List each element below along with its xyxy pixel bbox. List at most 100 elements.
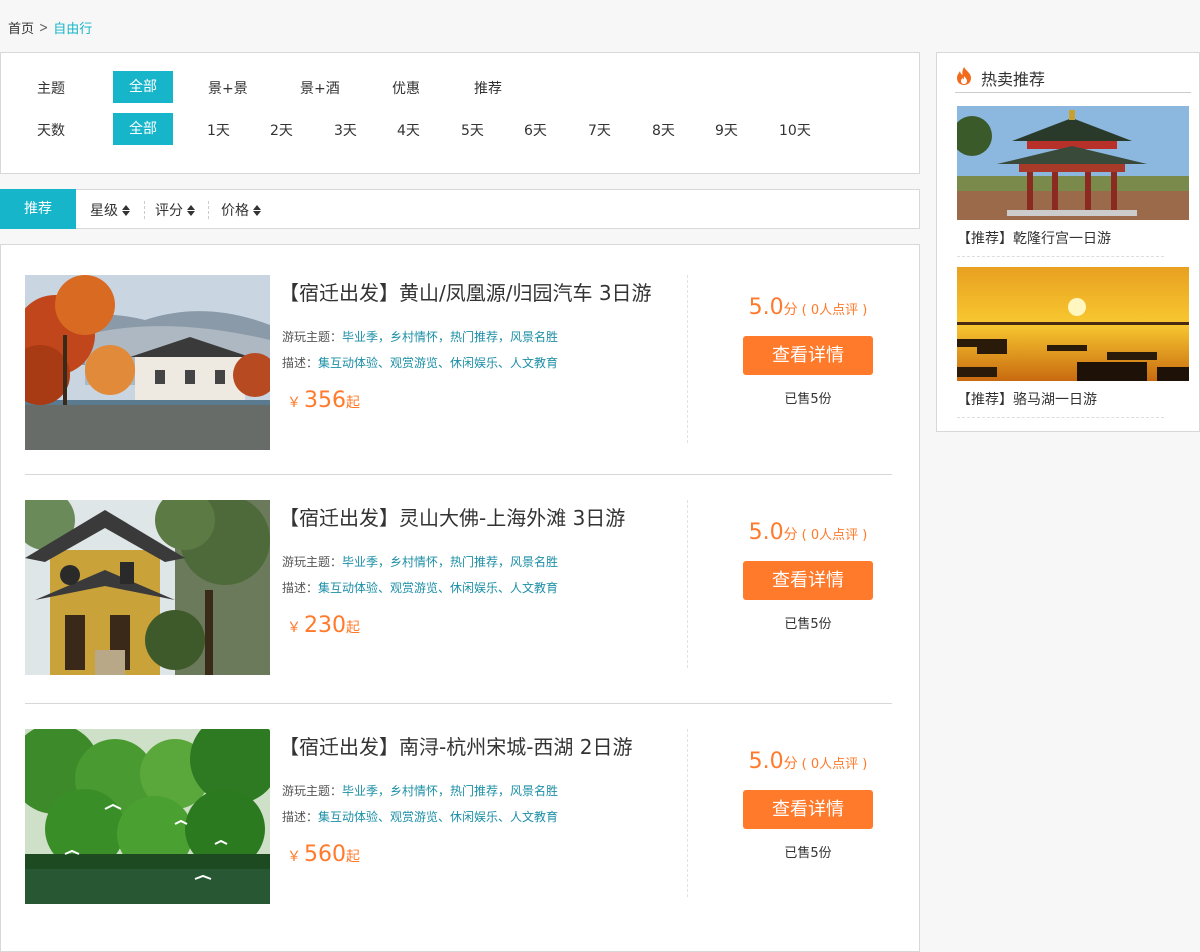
- score-unit: 分: [783, 756, 798, 772]
- breadcrumb-current[interactable]: 自由行: [53, 18, 92, 37]
- days-option-all[interactable]: 全部: [113, 113, 173, 145]
- review-count[interactable]: ( 0人点评 ): [802, 528, 868, 543]
- score-value: 5.0: [748, 295, 784, 320]
- tour-desc-label: 描述：: [282, 810, 319, 824]
- tour-title[interactable]: 【宿迁出发】南浔-杭州宋城-西湖 2日游: [279, 731, 633, 760]
- tour-score: 5.0分 ( 0人点评 ): [743, 520, 873, 545]
- days-option-2[interactable]: 2天: [270, 120, 293, 140]
- tour-price: ￥ 560起: [287, 842, 360, 867]
- tour-title[interactable]: 【宿迁出发】灵山大佛-上海外滩 3日游: [279, 502, 625, 531]
- days-option-3[interactable]: 3天: [334, 120, 357, 140]
- review-count[interactable]: ( 0人点评 ): [802, 757, 868, 772]
- sort-price-label: 价格: [221, 203, 249, 219]
- tour-desc-value: 集互动体验、观赏游览、休闲娱乐、人文教育: [318, 356, 559, 370]
- theme-option-scenic-hotel[interactable]: 景+酒: [300, 78, 340, 98]
- theme-option-all[interactable]: 全部: [113, 71, 173, 103]
- divider: [208, 201, 209, 219]
- score-unit: 分: [783, 302, 798, 318]
- days-filter-row: 天数 全部 1天 2天 3天 4天 5天 6天 7天 8天 9天 10天: [1, 113, 919, 145]
- tour-image-lingshan[interactable]: [25, 500, 270, 675]
- recommend-item[interactable]: 【推荐】骆马湖一日游: [957, 267, 1189, 418]
- theme-option-discount[interactable]: 优惠: [392, 78, 420, 98]
- recommend-caption[interactable]: 【推荐】乾隆行宫一日游: [957, 228, 1164, 257]
- view-details-button[interactable]: 查看详情: [743, 561, 873, 600]
- recommend-item[interactable]: 【推荐】乾隆行宫一日游: [957, 106, 1189, 257]
- sort-arrows-icon: [187, 204, 195, 216]
- tour-desc-value: 集互动体验、观赏游览、休闲娱乐、人文教育: [318, 581, 559, 595]
- tour-theme: 游玩主题：毕业季，乡村情怀，热门推荐，风景名胜: [282, 328, 558, 345]
- tour-list: 【宿迁出发】黄山/凤凰源/归园汽车 3日游 游玩主题：毕业季，乡村情怀，热门推荐…: [0, 244, 920, 952]
- tour-image-huangshan[interactable]: [25, 275, 270, 450]
- recommend-image-qianlong-palace[interactable]: [957, 106, 1189, 220]
- price-value: 560: [304, 842, 346, 867]
- tour-desc-label: 描述：: [282, 581, 319, 595]
- price-value: 356: [304, 388, 346, 413]
- tour-theme: 游玩主题：毕业季，乡村情怀，热门推荐，风景名胜: [282, 782, 558, 799]
- sold-count: 已售5份: [784, 846, 832, 861]
- days-option-6[interactable]: 6天: [524, 120, 547, 140]
- divider: [25, 703, 892, 704]
- divider: [687, 500, 688, 668]
- sort-price[interactable]: 价格: [221, 200, 261, 220]
- view-details-button[interactable]: 查看详情: [743, 790, 873, 829]
- recommend-image-luoma-lake[interactable]: [957, 267, 1189, 381]
- tour-theme-value: 毕业季，乡村情怀，热门推荐，风景名胜: [342, 330, 559, 344]
- currency-symbol: ￥: [287, 395, 301, 411]
- sort-bar: 推荐 星级 评分 价格: [0, 189, 920, 229]
- tour-description: 描述：集互动体验、观赏游览、休闲娱乐、人文教育: [282, 808, 558, 825]
- price-suffix: 起: [346, 620, 360, 636]
- score-value: 5.0: [748, 749, 784, 774]
- divider: [687, 729, 688, 897]
- sort-arrows-icon: [122, 204, 130, 216]
- sort-rating[interactable]: 评分: [155, 200, 195, 220]
- tour-description: 描述：集互动体验、观赏游览、休闲娱乐、人文教育: [282, 579, 558, 596]
- breadcrumb: 首页 > 自由行: [8, 18, 92, 37]
- sold-count: 已售5份: [784, 392, 832, 407]
- tour-theme-value: 毕业季，乡村情怀，热门推荐，风景名胜: [342, 555, 559, 569]
- tour-desc-label: 描述：: [282, 356, 319, 370]
- days-option-1[interactable]: 1天: [207, 120, 230, 140]
- breadcrumb-home[interactable]: 首页: [8, 18, 34, 37]
- days-option-8[interactable]: 8天: [652, 120, 675, 140]
- tour-price: ￥ 230起: [287, 613, 360, 638]
- tour-theme-value: 毕业季，乡村情怀，热门推荐，风景名胜: [342, 784, 559, 798]
- tour-score: 5.0分 ( 0人点评 ): [743, 295, 873, 320]
- tour-score: 5.0分 ( 0人点评 ): [743, 749, 873, 774]
- days-option-7[interactable]: 7天: [588, 120, 611, 140]
- sort-recommend-tab[interactable]: 推荐: [0, 189, 76, 229]
- view-details-button[interactable]: 查看详情: [743, 336, 873, 375]
- sort-star-level-label: 星级: [90, 203, 118, 219]
- theme-filter-label: 主题: [37, 81, 65, 97]
- tour-item: 【宿迁出发】灵山大佛-上海外滩 3日游 游玩主题：毕业季，乡村情怀，热门推荐，风…: [25, 500, 892, 675]
- days-option-9[interactable]: 9天: [715, 120, 738, 140]
- sort-arrows-icon: [253, 204, 261, 216]
- recommend-caption[interactable]: 【推荐】骆马湖一日游: [957, 389, 1164, 418]
- currency-symbol: ￥: [287, 849, 301, 865]
- tour-item: 【宿迁出发】南浔-杭州宋城-西湖 2日游 游玩主题：毕业季，乡村情怀，热门推荐，…: [25, 729, 892, 904]
- sort-star-level[interactable]: 星级: [90, 200, 130, 220]
- days-option-4[interactable]: 4天: [397, 120, 420, 140]
- days-filter-label: 天数: [37, 123, 65, 139]
- price-suffix: 起: [346, 849, 360, 865]
- sold-count: 已售5份: [784, 617, 832, 632]
- days-option-5[interactable]: 5天: [461, 120, 484, 140]
- tour-title[interactable]: 【宿迁出发】黄山/凤凰源/归园汽车 3日游: [279, 277, 652, 306]
- tour-desc-value: 集互动体验、观赏游览、休闲娱乐、人文教育: [318, 810, 559, 824]
- tour-description: 描述：集互动体验、观赏游览、休闲娱乐、人文教育: [282, 354, 558, 371]
- theme-option-scenic-scenic[interactable]: 景+景: [208, 78, 248, 98]
- divider: [25, 474, 892, 475]
- hot-recommend-header: 热卖推荐: [955, 63, 1191, 93]
- theme-filter-row: 主题 全部 景+景 景+酒 优惠 推荐: [1, 71, 919, 103]
- tour-theme-label: 游玩主题：: [282, 784, 343, 798]
- hot-recommend-panel: 热卖推荐 【推荐】乾隆行宫一日游 【推荐】骆马湖一日游: [936, 52, 1200, 432]
- tour-image-xixi[interactable]: [25, 729, 270, 904]
- fire-icon: [955, 66, 973, 90]
- days-option-10[interactable]: 10天: [779, 120, 811, 140]
- theme-option-recommend[interactable]: 推荐: [474, 78, 502, 98]
- hot-recommend-title: 热卖推荐: [981, 69, 1046, 89]
- review-count[interactable]: ( 0人点评 ): [802, 303, 868, 318]
- score-value: 5.0: [748, 520, 784, 545]
- score-unit: 分: [783, 527, 798, 543]
- tour-theme-label: 游玩主题：: [282, 330, 343, 344]
- tour-price: ￥ 356起: [287, 388, 360, 413]
